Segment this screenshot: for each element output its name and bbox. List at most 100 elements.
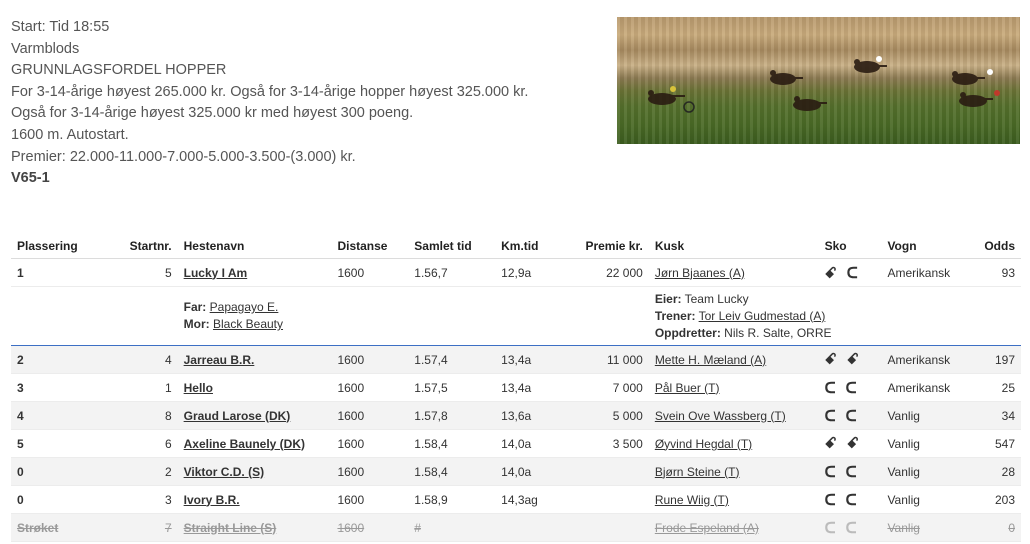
shoe-icon: ᑕ ᑕ — [824, 407, 860, 425]
odds-cell: 93 — [978, 258, 1021, 287]
odds-cell: 25 — [978, 373, 1021, 402]
km-time-cell: 13,6a — [495, 401, 565, 430]
horse-link[interactable]: Graud Larose (DK) — [184, 409, 291, 423]
results-header-row: Plassering Startnr. Hestenavn Distanse S… — [11, 234, 1021, 259]
prize-cell: 7 000 — [564, 373, 649, 402]
total-time-cell: 1.57,4 — [408, 345, 496, 374]
startnr-cell: 4 — [112, 345, 178, 374]
col-distance[interactable]: Distanse — [331, 234, 409, 259]
col-prize[interactable]: Premie kr. — [564, 234, 649, 259]
driver-cell: Mette H. Mæland (A) — [648, 345, 819, 374]
place-cell: 3 — [11, 373, 113, 402]
col-odds[interactable]: Odds — [978, 234, 1021, 259]
sire-link[interactable]: Papagayo E. — [210, 300, 279, 314]
col-km-time[interactable]: Km.tid — [495, 234, 565, 259]
horse-link[interactable]: Viktor C.D. (S) — [184, 465, 264, 479]
results-table: Plassering Startnr. Hestenavn Distanse S… — [11, 234, 1021, 542]
shoe-icon: ꗃ ꗃ — [824, 435, 862, 452]
table-row-scratched: Strøket 7 Straight Line (S) 1600 # Frode… — [11, 513, 1021, 542]
horse-link[interactable]: Axeline Baunely (DK) — [184, 437, 305, 451]
distance-cell: 1600 — [331, 345, 409, 374]
distance-cell: 1600 — [331, 513, 409, 542]
driver-cell: Øyvind Hegdal (T) — [648, 429, 819, 458]
horse-link[interactable]: Jarreau B.R. — [184, 353, 255, 367]
distance-cell: 1600 — [331, 401, 409, 430]
driver-link[interactable]: Mette H. Mæland (A) — [655, 353, 766, 367]
start-time: Start: Tid 18:55 — [11, 19, 110, 35]
col-shoe[interactable]: Sko — [818, 234, 882, 259]
driver-link[interactable]: Pål Buer (T) — [655, 381, 720, 395]
place-cell: 0 — [11, 485, 113, 514]
driver-cell: Jørn Bjaanes (A) — [648, 258, 819, 287]
owner-cell: Eier: Team Lucky Trener: Tor Leiv Gudmes… — [648, 286, 1021, 346]
dam-label: Mor: — [183, 317, 210, 331]
col-driver[interactable]: Kusk — [648, 234, 819, 259]
driver-link[interactable]: Svein Ove Wassberg (T) — [655, 409, 786, 423]
cart-cell: Amerikansk — [881, 373, 979, 402]
startnr-cell: 1 — [112, 373, 178, 402]
km-time-cell: 12,9a — [495, 258, 565, 287]
race-type: Varmblods — [11, 40, 80, 57]
table-row: 2 4 Jarreau B.R. 1600 1.57,4 13,4a 11 00… — [11, 345, 1021, 374]
driver-cell: Rune Wiig (T) — [648, 485, 819, 514]
dam-link[interactable]: Black Beauty — [213, 317, 283, 331]
km-time-cell: 13,4a — [495, 345, 565, 374]
driver-link[interactable]: Frode Espeland (A) — [655, 521, 759, 535]
odds-cell: 34 — [978, 401, 1021, 430]
horse-link[interactable]: Ivory B.R. — [184, 493, 240, 507]
cart-cell: Vanlig — [881, 485, 979, 514]
startnr-cell: 3 — [112, 485, 178, 514]
shoe-cell: ᑕ ᑕ — [818, 401, 882, 430]
driver-link[interactable]: Bjørn Steine (T) — [655, 465, 740, 479]
total-time-cell: 1.57,8 — [408, 401, 496, 430]
place-cell: 0 — [11, 457, 113, 486]
cart-cell: Vanlig — [881, 457, 979, 486]
horse-link[interactable]: Straight Line (S) — [184, 521, 277, 535]
shoe-cell: ᑕ ᑕ — [818, 373, 882, 402]
prize-cell — [564, 513, 649, 542]
horse-cell: Straight Line (S) — [177, 513, 332, 542]
distance-cell: 1600 — [331, 429, 409, 458]
col-cart[interactable]: Vogn — [881, 234, 979, 259]
race-conditions-2: Også for 3-14-årige høyest 325.000 kr me… — [11, 105, 414, 122]
total-time-cell: 1.58,9 — [408, 485, 496, 514]
shoe-cell: ꗃ ꗃ — [818, 345, 882, 374]
prize-cell: 3 500 — [564, 429, 649, 458]
col-horse[interactable]: Hestenavn — [177, 234, 332, 259]
col-startnr[interactable]: Startnr. — [112, 234, 178, 259]
horse-link[interactable]: Hello — [184, 381, 213, 395]
driver-link[interactable]: Jørn Bjaanes (A) — [655, 266, 745, 280]
prize-cell: 22 000 — [564, 258, 649, 287]
distance-cell: 1600 — [331, 457, 409, 486]
startnr-cell: 8 — [112, 401, 178, 430]
startnr-cell: 5 — [112, 258, 178, 287]
driver-cell: Bjørn Steine (T) — [648, 457, 819, 486]
odds-cell: 197 — [978, 345, 1021, 374]
trainer-link[interactable]: Tor Leiv Gudmestad (A) — [699, 309, 826, 323]
place-cell: 4 — [11, 401, 113, 430]
total-time-cell: # — [408, 513, 496, 542]
col-total-time[interactable]: Samlet tid — [408, 234, 496, 259]
table-row: 4 8 Graud Larose (DK) 1600 1.57,8 13,6a … — [11, 401, 1021, 430]
horse-link[interactable]: Lucky I Am — [184, 266, 248, 280]
game-label: V65-1 — [11, 170, 50, 187]
table-row: 0 2 Viktor C.D. (S) 1600 1.58,4 14,0a Bj… — [11, 457, 1021, 486]
shoe-cell: ᑕ ᑕ — [818, 457, 882, 486]
shoe-icon: ᑕ ᑕ — [824, 519, 860, 537]
race-conditions-1: For 3-14-årige høyest 265.000 kr. Også f… — [11, 83, 529, 100]
horse-cell: Ivory B.R. — [177, 485, 332, 514]
driver-link[interactable]: Rune Wiig (T) — [655, 493, 729, 507]
km-time-cell: 14,3ag — [495, 485, 565, 514]
prize-cell — [564, 457, 649, 486]
prize-cell: 5 000 — [564, 401, 649, 430]
shoe-cell: ᑕ ᑕ — [818, 485, 882, 514]
race-name: GRUNNLAGSFORDEL HOPPER — [11, 62, 227, 79]
breeder-value: Nils R. Salte, ORRE — [724, 325, 832, 340]
col-place[interactable]: Plassering — [11, 234, 113, 259]
driver-link[interactable]: Øyvind Hegdal (T) — [655, 437, 752, 451]
place-cell: Strøket — [11, 513, 113, 542]
race-prizes: Premier: 22.000-11.000-7.000-5.000-3.500… — [11, 148, 356, 165]
startnr-cell: 6 — [112, 429, 178, 458]
cart-cell: Vanlig — [881, 513, 979, 542]
horse-cell: Axeline Baunely (DK) — [177, 429, 332, 458]
